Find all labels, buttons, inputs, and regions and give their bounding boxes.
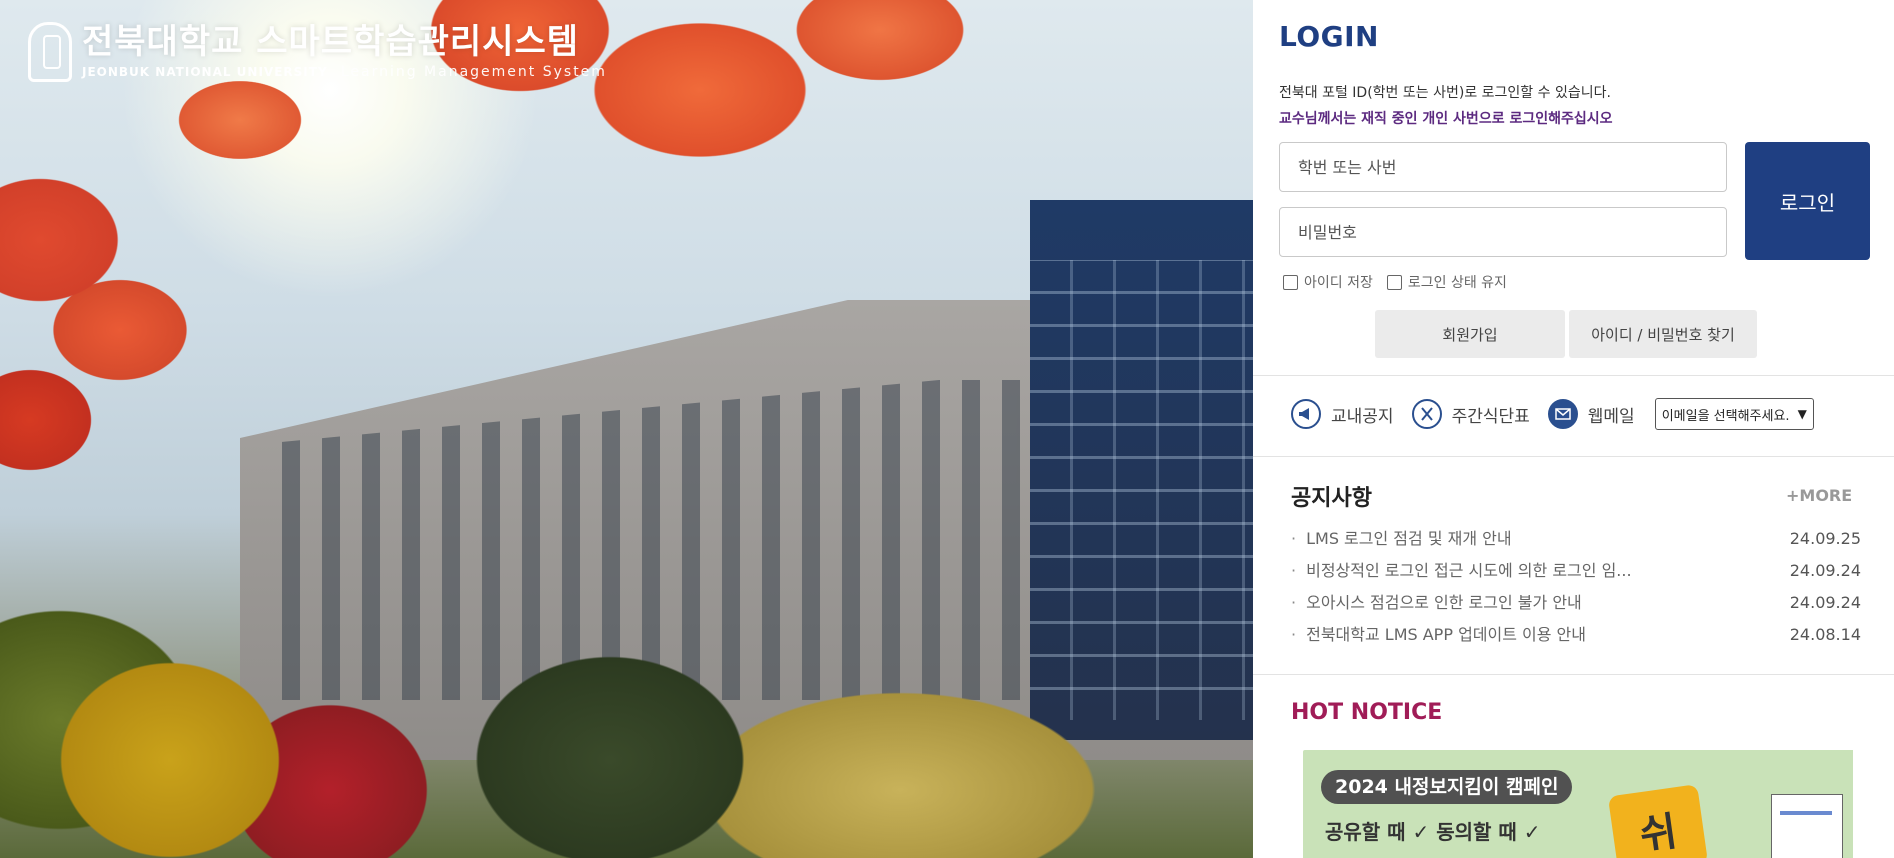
trees (0, 560, 1253, 858)
brand-logo[interactable]: 전북대학교 스마트학습관리시스템 JEONBUK NATIONAL UNIVER… (28, 22, 607, 82)
notice-date: 24.09.24 (1789, 561, 1861, 580)
notice-date: 24.08.14 (1789, 625, 1861, 644)
remember-id-label: 아이디 저장 (1304, 275, 1373, 291)
utensils-icon (1411, 399, 1442, 429)
bullet-icon: · (1291, 625, 1297, 644)
quick-links: 교내공지 주간식단표 웹메일 이메일을 선택해주세요. ▼ (1291, 398, 1814, 430)
email-select[interactable]: 이메일을 선택해주세요. ▼ (1654, 398, 1814, 430)
notice-title: 비정상적인 로그인 접근 시도에 의한 로그인 임... (1306, 561, 1632, 580)
quick-link-webmail-label: 웹메일 (1587, 406, 1635, 427)
chevron-down-icon: ▼ (1797, 407, 1807, 421)
brand-subtitle: JEONBUK NATIONAL UNIVERSITY Learning Man… (82, 64, 607, 80)
hero-image: 전북대학교 스마트학습관리시스템 JEONBUK NATIONAL UNIVER… (0, 0, 1253, 858)
quick-link-webmail[interactable]: 웹메일 (1547, 399, 1635, 429)
login-options: 아이디 저장 로그인 상태 유지 (1283, 272, 1507, 292)
banner-campaign-pill: 2024 내정보지킴이 캠페인 (1321, 770, 1573, 804)
divider (1253, 674, 1894, 675)
bullet-icon: · (1291, 529, 1297, 548)
banner-burst-graphic: 쉬 (1607, 784, 1709, 858)
notice-item[interactable]: · LMS 로그인 점검 및 재개 안내 24.09.25 (1291, 528, 1861, 560)
keep-login-option[interactable]: 로그인 상태 유지 (1386, 272, 1507, 292)
notice-section-title: 공지사항 (1291, 486, 1372, 511)
divider (1253, 456, 1894, 457)
brand-title: 전북대학교 스마트학습관리시스템 (82, 22, 580, 62)
login-button[interactable]: 로그인 (1745, 142, 1870, 260)
divider (1253, 375, 1894, 376)
hot-notice-banner[interactable]: 2024 내정보지킴이 캠페인 공유할 때 ✓ 동의할 때 ✓ 쉬 (1303, 750, 1853, 858)
document-icon (1771, 794, 1843, 858)
quick-link-menu[interactable]: 주간식단표 (1411, 399, 1530, 429)
notice-item[interactable]: · 비정상적인 로그인 접근 시도에 의한 로그인 임... 24.09.24 (1291, 560, 1861, 592)
notice-date: 24.09.24 (1789, 593, 1861, 612)
quick-link-notice-label: 교내공지 (1331, 406, 1394, 427)
notice-item[interactable]: · 전북대학교 LMS APP 업데이트 이용 안내 24.08.14 (1291, 624, 1861, 656)
notice-list: · LMS 로그인 점검 및 재개 안내 24.09.25 · 비정상적인 로그인 … (1291, 528, 1861, 656)
brand-subtitle-en: JEONBUK NATIONAL UNIVERSITY (82, 65, 328, 79)
bullet-icon: · (1291, 561, 1297, 580)
join-button[interactable]: 회원가입 (1375, 310, 1565, 358)
keep-login-label: 로그인 상태 유지 (1407, 275, 1507, 291)
remember-id-checkbox[interactable] (1283, 274, 1298, 290)
notice-title: 오아시스 점검으로 인한 로그인 불가 안내 (1306, 593, 1582, 612)
university-emblem-icon (28, 22, 72, 82)
brand-subtitle-en2: Learning Management System (340, 64, 607, 80)
login-panel: LOGIN 전북대 포털 ID(학번 또는 사번)로 로그인할 수 있습니다. … (1253, 0, 1894, 858)
bullet-icon: · (1291, 593, 1297, 612)
quick-link-notice[interactable]: 교내공지 (1291, 399, 1394, 429)
notice-title: 전북대학교 LMS APP 업데이트 이용 안내 (1306, 625, 1587, 644)
notice-item[interactable]: · 오아시스 점검으로 인한 로그인 불가 안내 24.09.24 (1291, 592, 1861, 624)
id-input[interactable] (1279, 142, 1727, 192)
login-heading: LOGIN (1279, 20, 1379, 53)
find-account-button[interactable]: 아이디 / 비밀번호 찾기 (1569, 310, 1757, 358)
maple-leaves (0, 0, 1253, 560)
email-select-value: 이메일을 선택해주세요. (1661, 408, 1790, 424)
remember-id-option[interactable]: 아이디 저장 (1283, 272, 1373, 292)
notice-date: 24.09.25 (1789, 529, 1861, 548)
more-link[interactable]: +MORE (1786, 486, 1852, 505)
megaphone-icon (1291, 399, 1321, 429)
keep-login-checkbox[interactable] (1386, 274, 1402, 290)
envelope-icon (1547, 399, 1578, 429)
notice-title: LMS 로그인 점검 및 재개 안내 (1306, 529, 1512, 548)
hot-notice-title: HOT NOTICE (1291, 700, 1443, 725)
banner-text: 공유할 때 ✓ 동의할 때 ✓ (1325, 820, 1541, 844)
password-input[interactable] (1279, 207, 1727, 257)
login-info-text: 전북대 포털 ID(학번 또는 사번)로 로그인할 수 있습니다. (1279, 85, 1611, 101)
quick-link-menu-label: 주간식단표 (1451, 406, 1530, 427)
professor-info-text: 교수님께서는 재직 중인 개인 사번으로 로그인해주십시오 (1279, 111, 1613, 127)
